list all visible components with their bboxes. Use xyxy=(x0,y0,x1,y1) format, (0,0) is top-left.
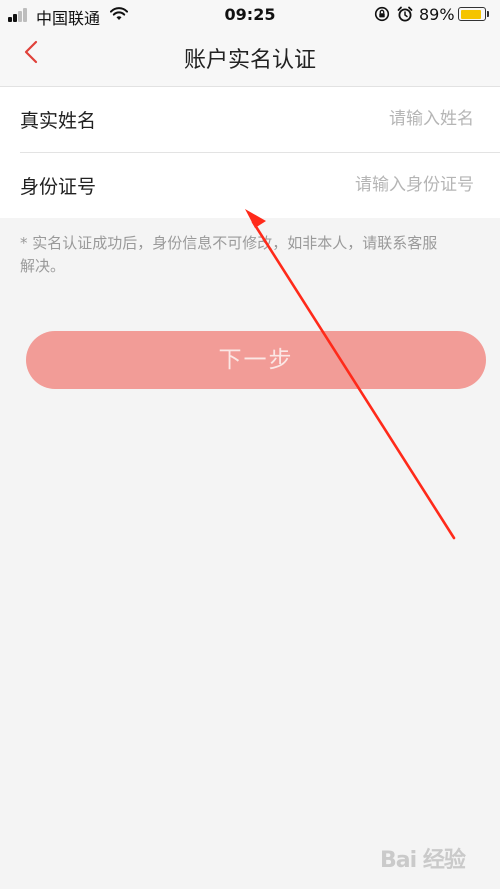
verification-notice: * 实名认证成功后，身份信息不可修改，如非本人，请联系客服解决。 xyxy=(20,234,438,275)
battery-tip xyxy=(487,11,489,17)
name-label: 真实姓名 xyxy=(20,110,97,132)
battery-level xyxy=(460,9,481,19)
id-number-row: 身份证号 xyxy=(0,153,500,218)
identity-form: 真实姓名 身份证号 xyxy=(0,87,500,218)
name-input[interactable] xyxy=(234,101,474,137)
battery-percent: 89% xyxy=(419,5,455,24)
page-title: 账户实名认证 xyxy=(183,48,316,73)
battery-icon xyxy=(458,7,486,21)
rotation-lock-icon xyxy=(374,6,390,22)
nav-bar: 账户实名认证 xyxy=(0,30,500,87)
status-bar: 中国联通 09:25 89% xyxy=(0,0,500,30)
watermark: Bai 经验 xyxy=(380,838,490,878)
alarm-icon xyxy=(397,6,413,22)
name-row: 真实姓名 xyxy=(0,87,500,152)
id-number-input[interactable] xyxy=(234,167,474,203)
next-step-button[interactable]: 下一步 xyxy=(26,331,486,389)
watermark-logo: Bai 经验 xyxy=(380,848,466,873)
id-number-label: 身份证号 xyxy=(20,176,97,198)
